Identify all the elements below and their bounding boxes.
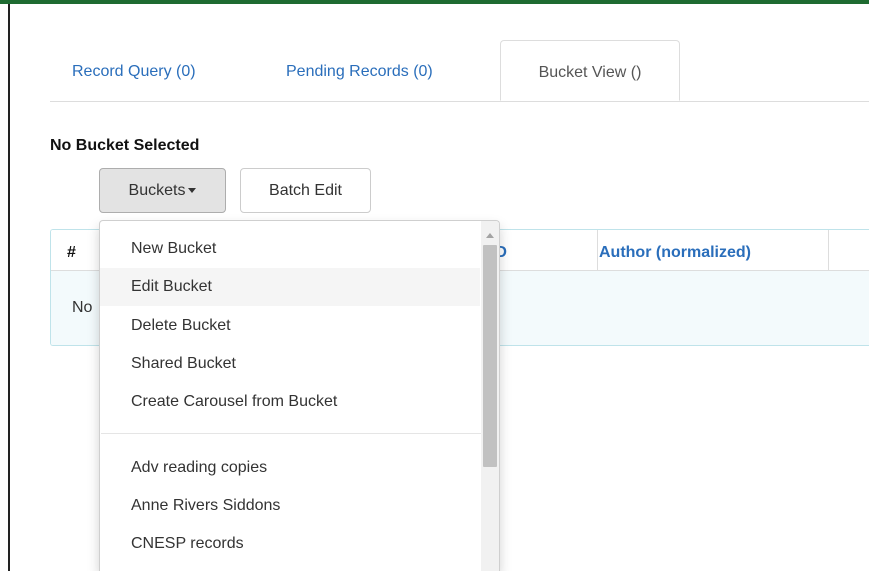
left-border [8,4,10,571]
menu-item-shared-bucket[interactable]: Shared Bucket [100,345,480,383]
scroll-up-arrow-icon[interactable] [486,233,494,238]
column-header-author-normalized[interactable]: Author (normalized) [599,230,751,270]
menu-item-bucket[interactable]: CNESP records [100,525,480,563]
tab-bucket-view[interactable]: Bucket View () [500,40,680,101]
app-frame: Record Query (0) Pending Records (0) Buc… [0,0,869,571]
menu-item-new-bucket[interactable]: New Bucket [100,230,480,268]
tab-bar: Record Query (0) Pending Records (0) Buc… [50,40,869,102]
menu-item-create-carousel[interactable]: Create Carousel from Bucket [100,383,480,421]
tab-pending-records[interactable]: Pending Records (0) [286,40,433,100]
menu-item-bucket[interactable]: Adv reading copies [100,449,480,487]
bucket-status-heading: No Bucket Selected [50,137,200,154]
dropdown-scrollbar[interactable] [481,221,499,571]
buckets-dropdown-menu: New Bucket Edit Bucket Delete Bucket Sha… [99,220,500,571]
buckets-dropdown-button[interactable]: Buckets [99,168,226,213]
menu-item-delete-bucket[interactable]: Delete Bucket [100,307,480,345]
column-divider [597,230,598,270]
column-divider [828,230,829,270]
menu-item-bucket[interactable]: Anne Rivers Siddons [100,487,480,525]
menu-divider [101,433,481,434]
batch-edit-button[interactable]: Batch Edit [240,168,371,213]
caret-down-icon [188,188,197,194]
buckets-button-label: Buckets [128,182,186,199]
column-header-number: # [67,244,76,261]
scrollbar-thumb[interactable] [483,245,497,467]
top-accent-bar [0,0,869,4]
menu-item-edit-bucket[interactable]: Edit Bucket [100,268,480,306]
tab-record-query[interactable]: Record Query (0) [72,40,196,100]
empty-results-text: No [72,299,93,316]
